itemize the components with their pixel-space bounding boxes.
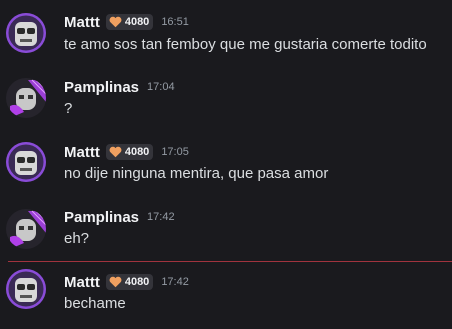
username[interactable]: Pamplinas	[64, 79, 139, 96]
timestamp[interactable]: 17:42	[147, 211, 175, 223]
username[interactable]: Mattt	[64, 144, 100, 161]
booster-badge[interactable]: 4080	[105, 14, 154, 30]
avatar[interactable]	[6, 142, 46, 182]
username[interactable]: Mattt	[64, 274, 100, 291]
message: Mattt 4080 17:05 no dije ninguna mentira…	[0, 133, 452, 193]
message-text: bechame	[64, 295, 126, 312]
message-header: Mattt 4080 16:51	[64, 12, 189, 32]
message-text: te amo sos tan femboy que me gustaria co…	[64, 36, 427, 53]
timestamp[interactable]: 16:51	[161, 16, 189, 28]
timestamp[interactable]: 17:42	[161, 276, 189, 288]
username[interactable]: Pamplinas	[64, 209, 139, 226]
badge-count: 4080	[124, 276, 150, 288]
message-text: no dije ninguna mentira, que pasa amor	[64, 165, 329, 182]
badge-count: 4080	[124, 146, 150, 158]
timestamp[interactable]: 17:05	[161, 146, 189, 158]
message-header: Mattt 4080 17:05	[64, 142, 189, 162]
avatar[interactable]	[6, 78, 46, 118]
avatar-image	[6, 78, 46, 118]
message: Mattt 4080 17:42 bechame	[0, 266, 452, 329]
avatar-image	[6, 209, 46, 249]
message: Pamplinas 17:42 eh?	[0, 200, 452, 256]
message-text: eh?	[64, 230, 90, 247]
message-header: Mattt 4080 17:42	[64, 272, 189, 292]
avatar[interactable]	[6, 209, 46, 249]
avatar[interactable]	[6, 13, 46, 53]
booster-badge[interactable]: 4080	[105, 274, 154, 290]
new-messages-divider	[8, 261, 452, 262]
badge-count: 4080	[124, 16, 150, 28]
heart-icon	[109, 276, 122, 288]
message: Pamplinas 17:04 ?	[0, 67, 452, 127]
booster-badge[interactable]: 4080	[105, 144, 154, 160]
message-header: Pamplinas 17:42	[64, 207, 175, 227]
avatar-image	[6, 269, 46, 309]
heart-icon	[109, 16, 122, 28]
timestamp[interactable]: 17:04	[147, 81, 175, 93]
message-header: Pamplinas 17:04	[64, 77, 175, 97]
avatar[interactable]	[6, 269, 46, 309]
message-text: ?	[64, 100, 73, 117]
message: Mattt 4080 16:51 te amo sos tan femboy q…	[0, 0, 452, 60]
heart-icon	[109, 146, 122, 158]
avatar-image	[6, 142, 46, 182]
avatar-image	[6, 13, 46, 53]
username[interactable]: Mattt	[64, 14, 100, 31]
